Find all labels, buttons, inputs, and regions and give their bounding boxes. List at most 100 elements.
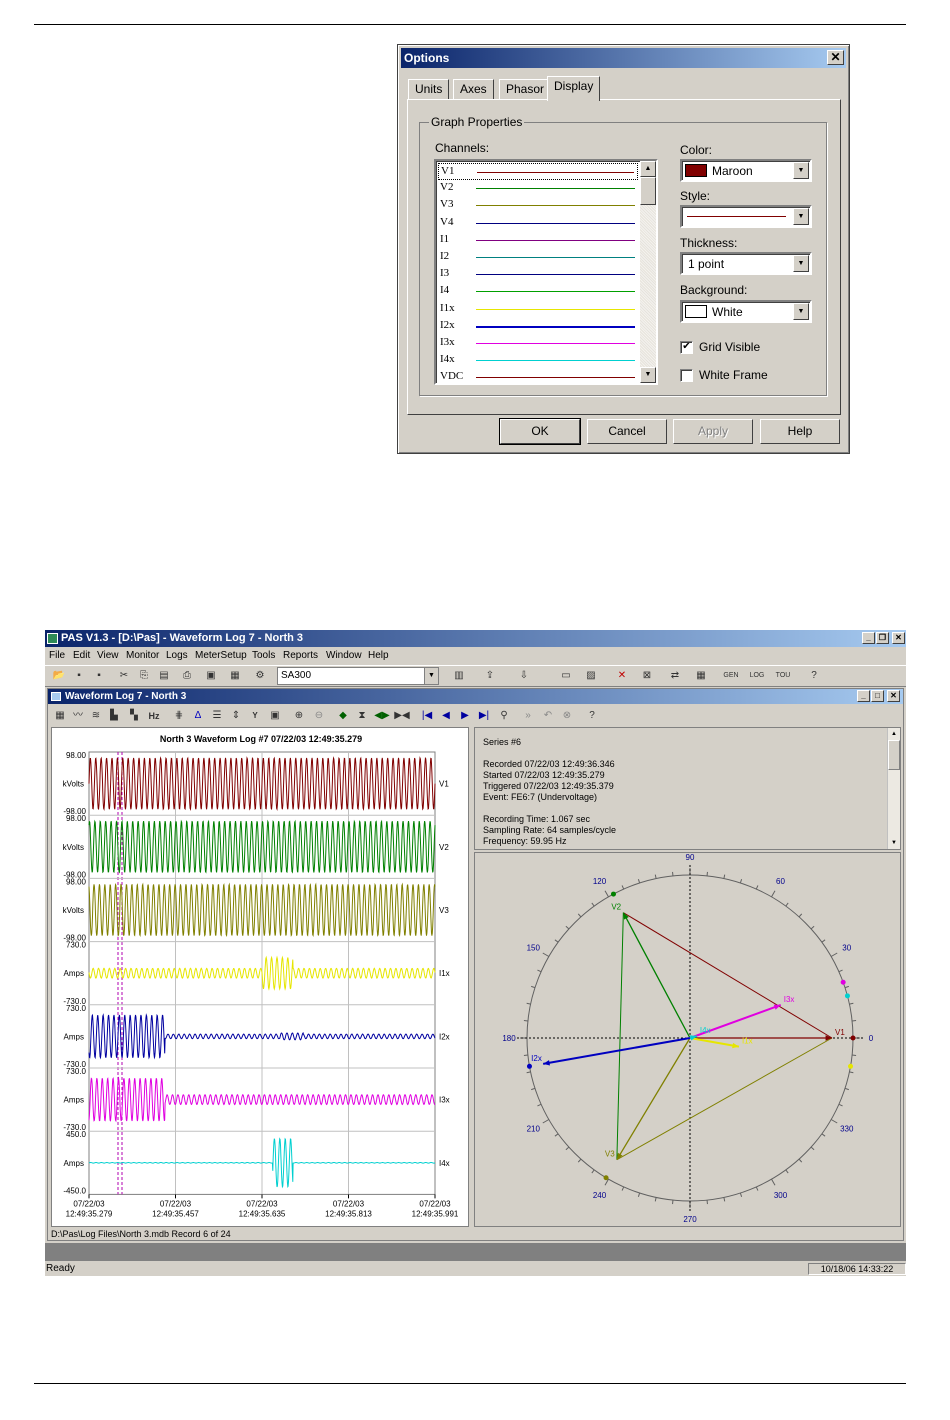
waveform-chart[interactable]: North 3 Waveform Log #7 07/22/03 12:49:3…	[52, 728, 470, 1228]
channel-item[interactable]: I3x	[438, 335, 638, 352]
calendar-icon[interactable]: ▦	[692, 668, 710, 684]
marker-icon[interactable]: ⋕	[170, 708, 188, 724]
delete-icon[interactable]: ✕	[613, 668, 631, 684]
channel-item[interactable]: V3	[438, 197, 638, 214]
clear-icon[interactable]: ⊠	[638, 668, 656, 684]
close-icon[interactable]: ✕	[827, 50, 844, 65]
menu-tools[interactable]: Tools	[252, 650, 275, 661]
channels-listbox[interactable]: V1 V2 V3 V4 I1 I2 I3 I4 I1x I2x I3x I4x VDC ▲ ▼	[434, 159, 658, 385]
menu-logs[interactable]: Logs	[166, 650, 188, 661]
print-preview-icon[interactable]: ▣	[202, 668, 220, 684]
line-chart-icon[interactable]: 〰	[69, 708, 87, 724]
menu-help[interactable]: Help	[368, 650, 389, 661]
restore-icon[interactable]: ❐	[876, 632, 889, 644]
properties-icon[interactable]: ▦	[226, 668, 244, 684]
cancel-button[interactable]: Cancel	[587, 419, 667, 444]
stop-icon[interactable]: ⊗	[558, 708, 576, 724]
channel-item[interactable]: I2	[438, 249, 638, 266]
shrink-vertical-icon[interactable]: ⧗	[353, 708, 371, 724]
scroll-down-icon[interactable]: ▼	[640, 367, 656, 383]
undo-icon[interactable]: ↶	[539, 708, 557, 724]
help-icon[interactable]: ?	[583, 708, 601, 724]
tou-icon[interactable]: TOU	[774, 668, 792, 684]
expand-horizontal-icon[interactable]: ◀▶	[373, 708, 391, 724]
zoom-out-icon[interactable]: ⊖	[310, 708, 328, 724]
scroll-thumb[interactable]	[640, 177, 656, 205]
minimize-icon[interactable]: _	[862, 632, 875, 644]
channel-item[interactable]: V1	[438, 163, 638, 180]
grid-visible-checkbox[interactable]: ✔	[680, 341, 693, 354]
open-icon[interactable]: 📂	[50, 668, 68, 684]
options-icon[interactable]: ▣	[266, 708, 284, 724]
channel-item[interactable]: V4	[438, 215, 638, 232]
zoom-in-icon[interactable]: ⊕	[290, 708, 308, 724]
chevron-down-icon[interactable]: ▼	[793, 255, 809, 272]
monitor-icon[interactable]: ▭	[557, 668, 575, 684]
multi-chart-icon[interactable]: ≋	[87, 708, 105, 724]
tab-axes[interactable]: Axes	[453, 79, 494, 100]
next-record-icon[interactable]: ▶	[456, 708, 474, 724]
chevron-down-icon[interactable]: ▼	[793, 208, 809, 225]
chevron-down-icon[interactable]: ▼	[793, 303, 809, 320]
channel-item[interactable]: I1x	[438, 301, 638, 318]
save-all-icon[interactable]: ▪	[90, 668, 108, 684]
info-scrollbar[interactable]: ▲ ▼	[887, 728, 900, 849]
cut-icon[interactable]: ✂	[115, 668, 133, 684]
last-record-icon[interactable]: ▶|	[475, 708, 493, 724]
channel-item[interactable]: I4	[438, 283, 638, 300]
chart-icon[interactable]: ▨	[582, 668, 600, 684]
tab-units[interactable]: Units	[408, 79, 450, 100]
menu-monitor[interactable]: Monitor	[126, 650, 159, 661]
scroll-thumb[interactable]	[888, 740, 900, 770]
find-icon[interactable]: ⚲	[495, 708, 513, 724]
channel-item[interactable]: I4x	[438, 352, 638, 369]
bar-chart-icon[interactable]: ▙	[105, 708, 123, 724]
close-icon[interactable]: ✕	[892, 632, 905, 644]
scroll-up-icon[interactable]: ▲	[888, 728, 900, 740]
menu-file[interactable]: File	[49, 650, 65, 661]
thickness-select[interactable]: 1 point ▼	[680, 252, 812, 275]
channel-item[interactable]: I3	[438, 266, 638, 283]
tab-display[interactable]: Display	[547, 76, 601, 101]
menu-metersetup[interactable]: MeterSetup	[195, 650, 247, 661]
menu-view[interactable]: View	[97, 650, 119, 661]
background-select[interactable]: White ▼	[680, 300, 812, 323]
first-record-icon[interactable]: |◀	[418, 708, 436, 724]
paste-icon[interactable]: ▤	[155, 668, 173, 684]
scroll-up-icon[interactable]: ▲	[640, 161, 656, 177]
expand-vertical-icon[interactable]: ◆	[334, 708, 352, 724]
menu-window[interactable]: Window	[326, 650, 362, 661]
channel-item[interactable]: I1	[438, 232, 638, 249]
help-icon[interactable]: ?	[805, 668, 823, 684]
list-icon[interactable]: ☰	[208, 708, 226, 724]
chevron-down-icon[interactable]: ▼	[424, 668, 438, 684]
copy-icon[interactable]: ⎘	[135, 668, 153, 684]
channels-scrollbar[interactable]: ▲ ▼	[640, 161, 656, 383]
minimize-icon[interactable]: _	[857, 690, 870, 702]
scale-icon[interactable]: Y	[246, 708, 264, 724]
chevron-down-icon[interactable]: ▼	[793, 162, 809, 179]
menu-reports[interactable]: Reports	[283, 650, 318, 661]
scroll-down-icon[interactable]: ▼	[888, 837, 900, 849]
channel-item[interactable]: VDC	[438, 369, 638, 383]
table-icon[interactable]: ▥	[450, 668, 468, 684]
reset-icon[interactable]: ⇄	[666, 668, 684, 684]
connect-icon[interactable]: ⚙	[251, 668, 269, 684]
upload-icon[interactable]: ⇪	[481, 668, 499, 684]
channels-icon[interactable]: ▚	[125, 708, 143, 724]
log-icon[interactable]: LOG	[748, 668, 766, 684]
gen-icon[interactable]: GEN	[722, 668, 740, 684]
vertical-zoom-icon[interactable]: ⇕	[227, 708, 245, 724]
color-select[interactable]: Maroon ▼	[680, 159, 812, 182]
tab-phasor[interactable]: Phasor	[499, 79, 552, 100]
save-icon[interactable]: ▪	[70, 668, 88, 684]
help-button[interactable]: Help	[760, 419, 840, 444]
style-select[interactable]: ▼	[680, 205, 812, 228]
shrink-horizontal-icon[interactable]: ▶◀	[393, 708, 411, 724]
prev-record-icon[interactable]: ◀	[437, 708, 455, 724]
forward-icon[interactable]: »	[519, 708, 537, 724]
channel-item[interactable]: V2	[438, 180, 638, 197]
close-icon[interactable]: ✕	[887, 690, 900, 702]
download-icon[interactable]: ⇩	[515, 668, 533, 684]
hz-icon[interactable]: Hz	[145, 708, 163, 724]
